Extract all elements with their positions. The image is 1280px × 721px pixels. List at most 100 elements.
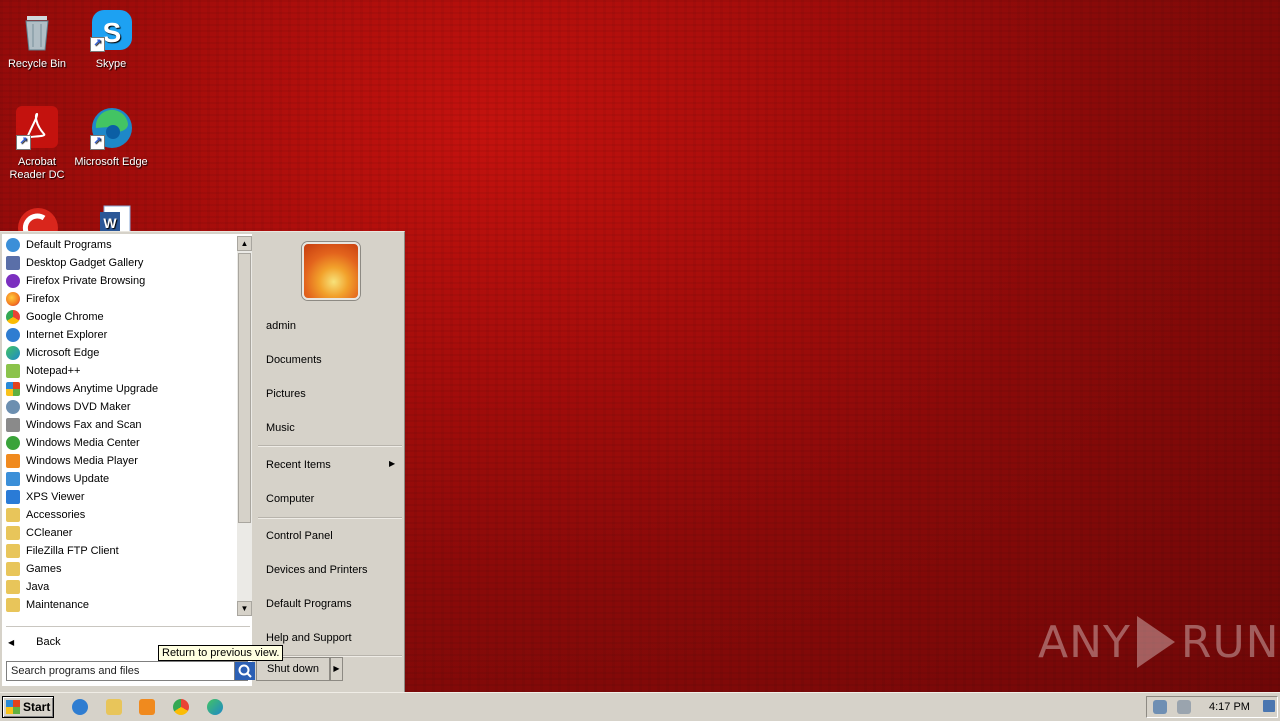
program-label: Google Chrome [26, 311, 104, 323]
gadget-icon [6, 256, 20, 270]
media-player-icon[interactable] [139, 699, 155, 715]
program-label: Windows Anytime Upgrade [26, 383, 159, 395]
program-item[interactable]: XPS Viewer [2, 488, 237, 506]
program-label: Windows Media Center [26, 437, 140, 449]
program-label: Maintenance [26, 599, 89, 611]
upgrade-icon [6, 382, 20, 396]
show-desktop-icon[interactable] [1263, 700, 1275, 712]
edge-icon: ↗ [88, 106, 134, 152]
program-item[interactable]: Internet Explorer [2, 326, 237, 344]
desktop-icon-edge[interactable]: ↗ Microsoft Edge [74, 106, 148, 169]
desktop-icon-skype[interactable]: S ↗ Skype [74, 8, 148, 71]
xps-icon [6, 490, 20, 504]
watermark-text-right: RUN [1180, 616, 1280, 668]
back-tooltip: Return to previous view. [158, 645, 284, 661]
program-item[interactable]: Microsoft Edge [2, 344, 237, 362]
svg-text:S: S [103, 17, 122, 48]
separator [258, 445, 402, 447]
program-item[interactable]: Windows Anytime Upgrade [2, 380, 237, 398]
start-menu-places-pane: admin Documents Pictures Music Recent It… [254, 232, 404, 693]
start-menu: Default Programs Desktop Gadget Gallery … [0, 231, 405, 693]
program-folder[interactable]: FileZilla FTP Client [2, 542, 237, 560]
folder-icon [6, 508, 20, 522]
user-folder-link[interactable]: admin [266, 320, 296, 332]
desktop-icon-label: Recycle Bin [7, 58, 67, 70]
program-item[interactable]: Windows DVD Maker [2, 398, 237, 416]
folder-icon [6, 526, 20, 540]
windows-logo-icon [6, 700, 20, 714]
scroll-thumb[interactable] [238, 253, 251, 523]
edge-icon[interactable] [207, 699, 223, 715]
scroll-down-button[interactable]: ▼ [237, 601, 252, 616]
start-menu-programs-pane: Default Programs Desktop Gadget Gallery … [2, 234, 252, 686]
shutdown-options-button[interactable]: ▶ [330, 657, 343, 681]
taskbar: Start 4:17 PM [0, 692, 1280, 721]
user-avatar[interactable] [302, 242, 360, 300]
search-button[interactable] [234, 662, 255, 680]
search-placeholder: Search programs and files [11, 665, 140, 677]
program-label: Windows Fax and Scan [26, 419, 142, 431]
program-label: Firefox Private Browsing [26, 275, 146, 287]
program-item[interactable]: Firefox Private Browsing [2, 272, 237, 290]
program-label: Windows Media Player [26, 455, 138, 467]
default-programs-link[interactable]: Default Programs [266, 598, 352, 610]
program-item[interactable]: Windows Media Center [2, 434, 237, 452]
program-label: FileZilla FTP Client [26, 545, 119, 557]
desktop-icon-acrobat[interactable]: ↗ Acrobat Reader DC [0, 106, 74, 182]
programs-scrollbar[interactable]: ▲ ▼ [237, 236, 252, 616]
network-icon[interactable] [1153, 700, 1167, 714]
program-item[interactable]: Desktop Gadget Gallery [2, 254, 237, 272]
clock[interactable]: 4:17 PM [1209, 701, 1250, 713]
folder-icon [6, 598, 20, 612]
program-item[interactable]: Firefox [2, 290, 237, 308]
program-folder[interactable]: Maintenance [2, 596, 237, 614]
program-item[interactable]: Default Programs [2, 236, 237, 254]
search-input[interactable]: Search programs and files [6, 661, 255, 681]
program-item[interactable]: Windows Update [2, 470, 237, 488]
back-arrow-icon: ◀ [8, 637, 15, 647]
default-programs-icon [6, 238, 20, 252]
windows-update-icon [6, 472, 20, 486]
notepadpp-icon [6, 364, 20, 378]
program-label: CCleaner [26, 527, 73, 539]
documents-link[interactable]: Documents [266, 354, 322, 366]
program-folder[interactable]: Java [2, 578, 237, 596]
back-button[interactable]: ◀ Back [8, 633, 61, 651]
system-tray: 4:17 PM [1146, 696, 1278, 718]
skype-icon: S ↗ [88, 8, 134, 54]
scroll-up-button[interactable]: ▲ [237, 236, 252, 251]
shortcut-arrow-icon: ↗ [90, 37, 105, 52]
folder-icon [6, 562, 20, 576]
program-item[interactable]: Windows Fax and Scan [2, 416, 237, 434]
shortcut-arrow-icon: ↗ [16, 135, 31, 150]
fax-icon [6, 418, 20, 432]
program-label: Accessories [26, 509, 86, 521]
program-label: Microsoft Edge [26, 347, 100, 359]
desktop-icon-label: Acrobat Reader DC [9, 156, 65, 181]
program-item[interactable]: Notepad++ [2, 362, 237, 380]
volume-icon[interactable] [1177, 700, 1191, 714]
program-folder[interactable]: CCleaner [2, 524, 237, 542]
program-folder[interactable]: Accessories [2, 506, 237, 524]
recent-items-link[interactable]: Recent Items [266, 459, 331, 471]
desktop-icon-recycle-bin[interactable]: Recycle Bin [0, 8, 74, 71]
program-item[interactable]: Windows Media Player [2, 452, 237, 470]
program-folder[interactable]: Games [2, 560, 237, 578]
ie-icon[interactable] [72, 699, 88, 715]
program-label: Windows Update [26, 473, 110, 485]
music-link[interactable]: Music [266, 422, 295, 434]
explorer-icon[interactable] [106, 699, 122, 715]
control-panel-link[interactable]: Control Panel [266, 530, 333, 542]
program-label: Desktop Gadget Gallery [26, 257, 144, 269]
start-button[interactable]: Start [2, 696, 54, 718]
computer-link[interactable]: Computer [266, 493, 314, 505]
chrome-icon[interactable] [173, 699, 189, 715]
desktop-icon-label: Skype [95, 58, 127, 70]
back-label: Back [36, 636, 61, 648]
start-label: Start [23, 700, 51, 714]
devices-printers-link[interactable]: Devices and Printers [266, 564, 368, 576]
program-item[interactable]: Google Chrome [2, 308, 237, 326]
pictures-link[interactable]: Pictures [266, 388, 306, 400]
shortcut-arrow-icon: ↗ [90, 135, 105, 150]
help-support-link[interactable]: Help and Support [266, 632, 352, 644]
